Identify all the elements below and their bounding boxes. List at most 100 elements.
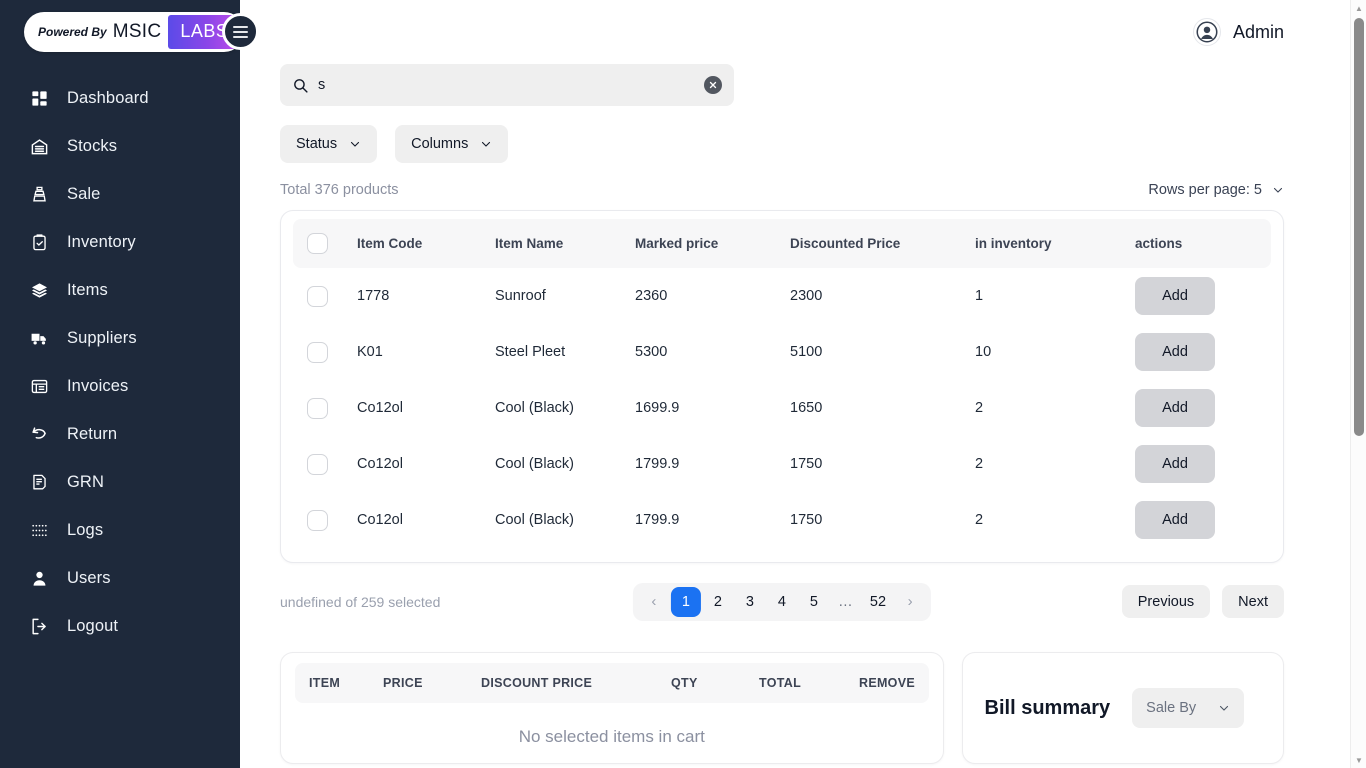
- search-input[interactable]: [318, 64, 704, 106]
- table-row[interactable]: K01 Steel Pleet 5300 5100 10 Add: [293, 324, 1271, 380]
- cell-marked-price: 1799.9: [635, 512, 680, 528]
- pagination-page-4[interactable]: 4: [767, 587, 797, 617]
- cart-header-price: PRICE: [383, 676, 423, 690]
- header-item-name[interactable]: Item Name: [495, 219, 635, 268]
- select-all-header: [293, 219, 357, 268]
- cart-header-total: TOTAL: [759, 676, 802, 690]
- header-item-code[interactable]: Item Code: [357, 219, 495, 268]
- bill-summary-card: Bill summary Sale By: [961, 652, 1284, 764]
- cell-item-code: Co12ol: [357, 400, 403, 416]
- scroll-up-arrow-icon[interactable]: ▲: [1351, 0, 1366, 16]
- header-actions: actions: [1135, 236, 1183, 251]
- page-scrollbar[interactable]: ▲ ▼: [1350, 0, 1366, 768]
- pagination-page-52[interactable]: 52: [863, 587, 893, 617]
- sidebar-item-sale[interactable]: Sale: [0, 170, 240, 218]
- cart-header-row: ITEM PRICE DISCOUNT PRICE QTY TOTAL REMO…: [295, 663, 929, 703]
- pagination-page-3[interactable]: 3: [735, 587, 765, 617]
- columns-filter-button[interactable]: Columns: [395, 125, 509, 163]
- header-discounted-price[interactable]: Discounted Price: [790, 219, 975, 268]
- chevron-down-icon: [482, 141, 491, 147]
- sale-by-dropdown[interactable]: Sale By: [1132, 688, 1245, 728]
- sidebar-item-inventory[interactable]: Inventory: [0, 218, 240, 266]
- dashboard-grid-icon: [30, 89, 49, 108]
- sidebar-item-suppliers[interactable]: Suppliers: [0, 314, 240, 362]
- pagination-page-5[interactable]: 5: [799, 587, 829, 617]
- table-row[interactable]: Co12ol Cool (Black) 1799.9 1750 2 Add: [293, 492, 1271, 548]
- sidebar-item-grn[interactable]: GRN: [0, 458, 240, 506]
- sidebar-item-label: Return: [67, 424, 118, 443]
- brand-logo[interactable]: Powered By MSIC LABS: [24, 12, 245, 52]
- cell-item-code: Co12ol: [357, 512, 403, 528]
- cell-in-inventory: 2: [975, 400, 984, 416]
- row-checkbox[interactable]: [307, 397, 328, 419]
- pagination-page-1[interactable]: 1: [670, 586, 701, 617]
- sidebar-item-return[interactable]: Return: [0, 410, 240, 458]
- add-to-cart-button[interactable]: Add: [1135, 445, 1215, 483]
- add-to-cart-button[interactable]: Add: [1135, 333, 1215, 371]
- pagination-row: undefined of 259 selected ‹ 1 2 3 4 5… 52 › Pre…: [280, 582, 1284, 621]
- table-row[interactable]: Co12ol Cool (Black) 1699.9 1650 2 Add: [293, 380, 1271, 436]
- cart-header-discount: DISCOUNT PRICE: [481, 676, 593, 690]
- cell-discounted-price: 2300: [790, 288, 823, 304]
- cell-in-inventory: 2: [975, 512, 984, 528]
- row-checkbox[interactable]: [307, 285, 328, 307]
- add-to-cart-button[interactable]: Add: [1135, 501, 1215, 539]
- sidebar-item-logout[interactable]: Logout: [0, 602, 240, 650]
- rows-per-page-selector[interactable]: Rows per page: 5: [1148, 182, 1284, 198]
- status-filter-label: Status: [296, 136, 338, 152]
- clear-search-icon[interactable]: [704, 76, 722, 94]
- header-in-inventory[interactable]: in inventory: [975, 219, 1135, 268]
- pagination-prev-arrow[interactable]: ‹: [639, 587, 669, 617]
- cell-item-name: Cool (Black): [495, 400, 574, 416]
- cart-header-qty: QTY: [671, 676, 698, 690]
- sidebar-item-label: Sale: [67, 184, 101, 203]
- chevron-down-icon: [1220, 705, 1229, 711]
- document-note-icon: [30, 473, 49, 492]
- cell-item-name: Sunroof: [495, 288, 546, 304]
- search-icon: [292, 77, 309, 94]
- row-checkbox[interactable]: [307, 341, 328, 363]
- status-filter-button[interactable]: Status: [280, 125, 378, 163]
- pagination-next-arrow[interactable]: ›: [895, 587, 925, 617]
- filter-bar: Status Columns: [280, 125, 1284, 163]
- sidebar-item-items[interactable]: Items: [0, 266, 240, 314]
- row-checkbox[interactable]: [307, 509, 328, 531]
- search-bar[interactable]: [280, 64, 734, 106]
- products-table: Item Code Item Name Marked price Discoun…: [293, 219, 1271, 548]
- previous-button[interactable]: Previous: [1121, 585, 1211, 618]
- hamburger-menu-button[interactable]: [222, 13, 259, 50]
- cell-marked-price: 2360: [635, 288, 668, 304]
- cell-actions: Add: [1135, 268, 1271, 324]
- scroll-down-arrow-icon[interactable]: ▼: [1351, 752, 1366, 768]
- cell-discounted-price: 1650: [790, 400, 823, 416]
- sidebar-item-logs[interactable]: Logs: [0, 506, 240, 554]
- row-checkbox[interactable]: [307, 453, 328, 475]
- user-menu[interactable]: Admin: [1192, 18, 1284, 46]
- next-button[interactable]: Next: [1222, 585, 1284, 618]
- table-row[interactable]: Co12ol Cool (Black) 1799.9 1750 2 Add: [293, 436, 1271, 492]
- cell-actions: Add: [1135, 324, 1271, 380]
- columns-filter-label: Columns: [411, 136, 469, 152]
- sidebar-item-dashboard[interactable]: Dashboard: [0, 74, 240, 122]
- cell-item-code: Co12ol: [357, 456, 403, 472]
- scrollbar-thumb[interactable]: [1354, 18, 1364, 436]
- add-to-cart-button[interactable]: Add: [1135, 389, 1215, 427]
- sidebar-item-invoices[interactable]: Invoices: [0, 362, 240, 410]
- sidebar-item-stocks[interactable]: Stocks: [0, 122, 240, 170]
- warehouse-icon: [30, 137, 49, 156]
- pagination-page-2[interactable]: 2: [703, 587, 733, 617]
- cell-actions: Add: [1135, 436, 1271, 492]
- cart-header-remove: REMOVE: [859, 676, 915, 690]
- hamburger-icon: [233, 23, 248, 41]
- select-all-checkbox[interactable]: [307, 233, 328, 254]
- sidebar-item-users[interactable]: Users: [0, 554, 240, 602]
- header-marked-price[interactable]: Marked price: [635, 219, 790, 268]
- row-select-cell: [293, 436, 357, 492]
- table-row[interactable]: 1778 Sunroof 2360 2300 1 Add: [293, 268, 1271, 324]
- add-to-cart-button[interactable]: Add: [1135, 277, 1215, 315]
- return-arrow-icon: [30, 425, 49, 444]
- cell-in-inventory: 2: [975, 456, 984, 472]
- selected-count-label: undefined of 259 selected: [280, 593, 441, 610]
- user-icon: [30, 569, 49, 588]
- cell-item-code: K01: [357, 344, 383, 360]
